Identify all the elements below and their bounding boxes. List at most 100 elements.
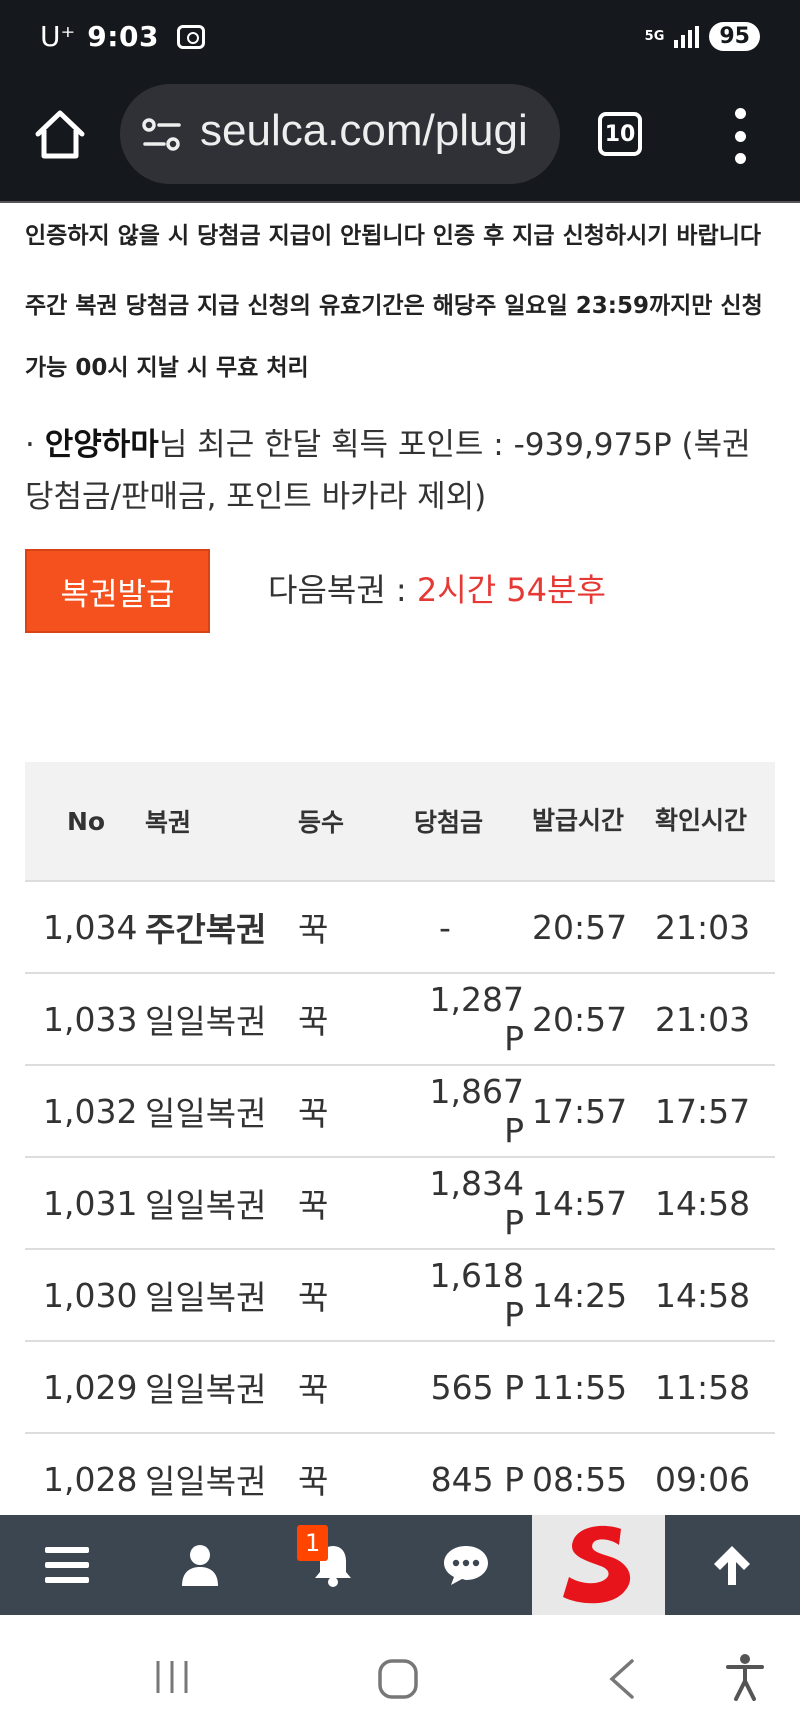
cell-issued: 08:55 [532, 1459, 628, 1499]
cell-checked: 14:58 [655, 1275, 751, 1315]
cell-no: 1,030 [43, 1275, 138, 1315]
bullet: · [25, 427, 35, 463]
notice-weekly-deadline: 주간 복권 당첨금 지급 신청의 유효기간은 해당주 일요일 23:59까지만 … [25, 293, 763, 381]
cell-no: 1,029 [43, 1367, 138, 1407]
site-settings-icon [142, 118, 181, 151]
cell-type: 일일복권 [145, 1462, 267, 1501]
recent-apps-icon[interactable] [152, 1657, 192, 1697]
cell-type: 일일복권 [145, 1002, 267, 1041]
cell-prize: 1,618 P [429, 1256, 524, 1334]
header-grade: 등수 [298, 808, 345, 837]
cell-no: 1,028 [43, 1459, 138, 1499]
issue-row: 복권발급 다음복권 : 2시간 54분후 [25, 549, 775, 633]
cell-no: 1,033 [43, 999, 138, 1039]
cell-prize: 845 P [430, 1459, 524, 1499]
url-text: seulca.com/plugi [200, 106, 528, 155]
header-prize: 당첨금 [414, 808, 484, 837]
cell-issued: 20:57 [532, 907, 628, 947]
site-logo-button[interactable] [532, 1515, 665, 1615]
accessibility-icon[interactable] [725, 1653, 765, 1701]
cell-grade: 꾹 [298, 910, 329, 949]
cell-type: 주간복권 [145, 910, 267, 949]
site-logo [562, 1525, 630, 1604]
system-navigation-bar [0, 1615, 800, 1734]
page-content: 인증하지 않을 시 당첨금 지급이 안됩니다 인증 후 지급 신청하시기 바랍니… [25, 205, 775, 633]
tab-switcher-button[interactable]: 10 [598, 112, 642, 156]
cell-no: 1,034 [43, 907, 138, 947]
points-value: -939,975P [513, 427, 672, 463]
user-nickname: 안양하마 [44, 427, 159, 463]
table-row[interactable]: 1,033 일일복권 꾹 1,287 P 20:57 21:03 [25, 974, 775, 1066]
header-no: No [67, 806, 106, 836]
cell-issued: 14:57 [532, 1183, 628, 1223]
scroll-top-button[interactable] [665, 1515, 798, 1615]
more-dot-icon [734, 153, 746, 164]
table-row[interactable]: 1,028 일일복권 꾹 845 P 08:55 09:06 [25, 1434, 775, 1526]
table-row[interactable]: 1,034 주간복권 꾹 - 20:57 21:03 [25, 882, 775, 974]
cell-type: 일일복권 [145, 1186, 267, 1225]
more-dot-icon [734, 108, 746, 119]
cell-issued: 17:57 [532, 1091, 628, 1131]
next-lottery-label: 다음복권 : [268, 571, 417, 609]
screen-capture-icon [176, 24, 205, 49]
notifications-button[interactable]: 1 [266, 1515, 399, 1615]
cell-checked: 21:03 [655, 999, 751, 1039]
cell-prize: 1,287 P [429, 980, 524, 1058]
home-icon [35, 110, 85, 159]
table-header: No 복권 등수 당첨금 발급시간 확인시간 [25, 762, 775, 882]
lottery-history-table: No 복권 등수 당첨금 발급시간 확인시간 1,034 주간복권 꾹 - 20… [25, 762, 775, 1526]
carrier-label: U⁺ [40, 20, 76, 53]
next-lottery-countdown: 2시간 54분후 [416, 571, 606, 609]
cell-issued: 14:25 [532, 1275, 628, 1315]
header-type: 복권 [145, 808, 192, 837]
chat-button[interactable] [399, 1515, 532, 1615]
home-button[interactable] [32, 106, 88, 162]
cell-prize: - [439, 907, 451, 947]
clock: 9:03 [87, 20, 159, 53]
cell-prize: 565 P [430, 1367, 524, 1407]
points-label: 님 최근 한달 획득 포인트 : [158, 427, 514, 463]
cell-grade: 꾹 [298, 1002, 329, 1041]
menu-icon [44, 1547, 89, 1583]
menu-button[interactable] [0, 1515, 133, 1615]
cell-type: 일일복권 [145, 1370, 267, 1409]
cell-prize: 1,867 P [429, 1072, 524, 1150]
battery-level: 95 [709, 22, 760, 51]
cell-no: 1,031 [43, 1183, 138, 1223]
cell-grade: 꾹 [298, 1186, 329, 1225]
table-row[interactable]: 1,029 일일복권 꾹 565 P 11:55 11:58 [25, 1342, 775, 1434]
cell-grade: 꾹 [298, 1370, 329, 1409]
table-row[interactable]: 1,032 일일복권 꾹 1,867 P 17:57 17:57 [25, 1066, 775, 1158]
table-row[interactable]: 1,031 일일복권 꾹 1,834 P 14:57 14:58 [25, 1158, 775, 1250]
cell-issued: 11:55 [532, 1367, 628, 1407]
cell-checked: 17:57 [655, 1091, 751, 1131]
notice-verification: 인증하지 않을 시 당첨금 지급이 안됩니다 인증 후 지급 신청하시기 바랍니… [25, 223, 762, 249]
signal-icon [674, 25, 700, 48]
cell-checked: 14:58 [655, 1183, 751, 1223]
user-icon [181, 1545, 218, 1586]
back-icon[interactable] [606, 1657, 636, 1701]
cell-grade: 꾹 [298, 1462, 329, 1501]
more-dot-icon [734, 130, 746, 142]
cell-issued: 20:57 [532, 999, 628, 1039]
home-nav-icon[interactable] [376, 1657, 420, 1701]
cell-checked: 09:06 [655, 1459, 751, 1499]
cell-grade: 꾹 [298, 1278, 329, 1317]
chat-icon [443, 1546, 488, 1585]
cell-grade: 꾹 [298, 1094, 329, 1133]
notification-badge: 1 [297, 1525, 329, 1561]
profile-button[interactable] [133, 1515, 266, 1615]
status-left: U⁺ 9:03 [40, 20, 205, 53]
points-summary: · 안양하마님 최근 한달 획득 포인트 : -939,975P (복권 당첨금… [25, 419, 775, 523]
status-right: 5G 95 [645, 22, 760, 51]
arrow-up-icon [713, 1546, 750, 1585]
address-bar[interactable]: seulca.com/plugi [120, 84, 560, 184]
issue-lottery-button[interactable]: 복권발급 [25, 549, 210, 633]
cell-no: 1,032 [43, 1091, 138, 1131]
browser-toolbar: seulca.com/plugi 10 [0, 76, 800, 203]
table-row[interactable]: 1,030 일일복권 꾹 1,618 P 14:25 14:58 [25, 1250, 775, 1342]
browser-menu-button[interactable] [730, 108, 750, 164]
network-type: 5G [644, 29, 665, 44]
cell-type: 일일복권 [145, 1278, 267, 1317]
cell-type: 일일복권 [145, 1094, 267, 1133]
